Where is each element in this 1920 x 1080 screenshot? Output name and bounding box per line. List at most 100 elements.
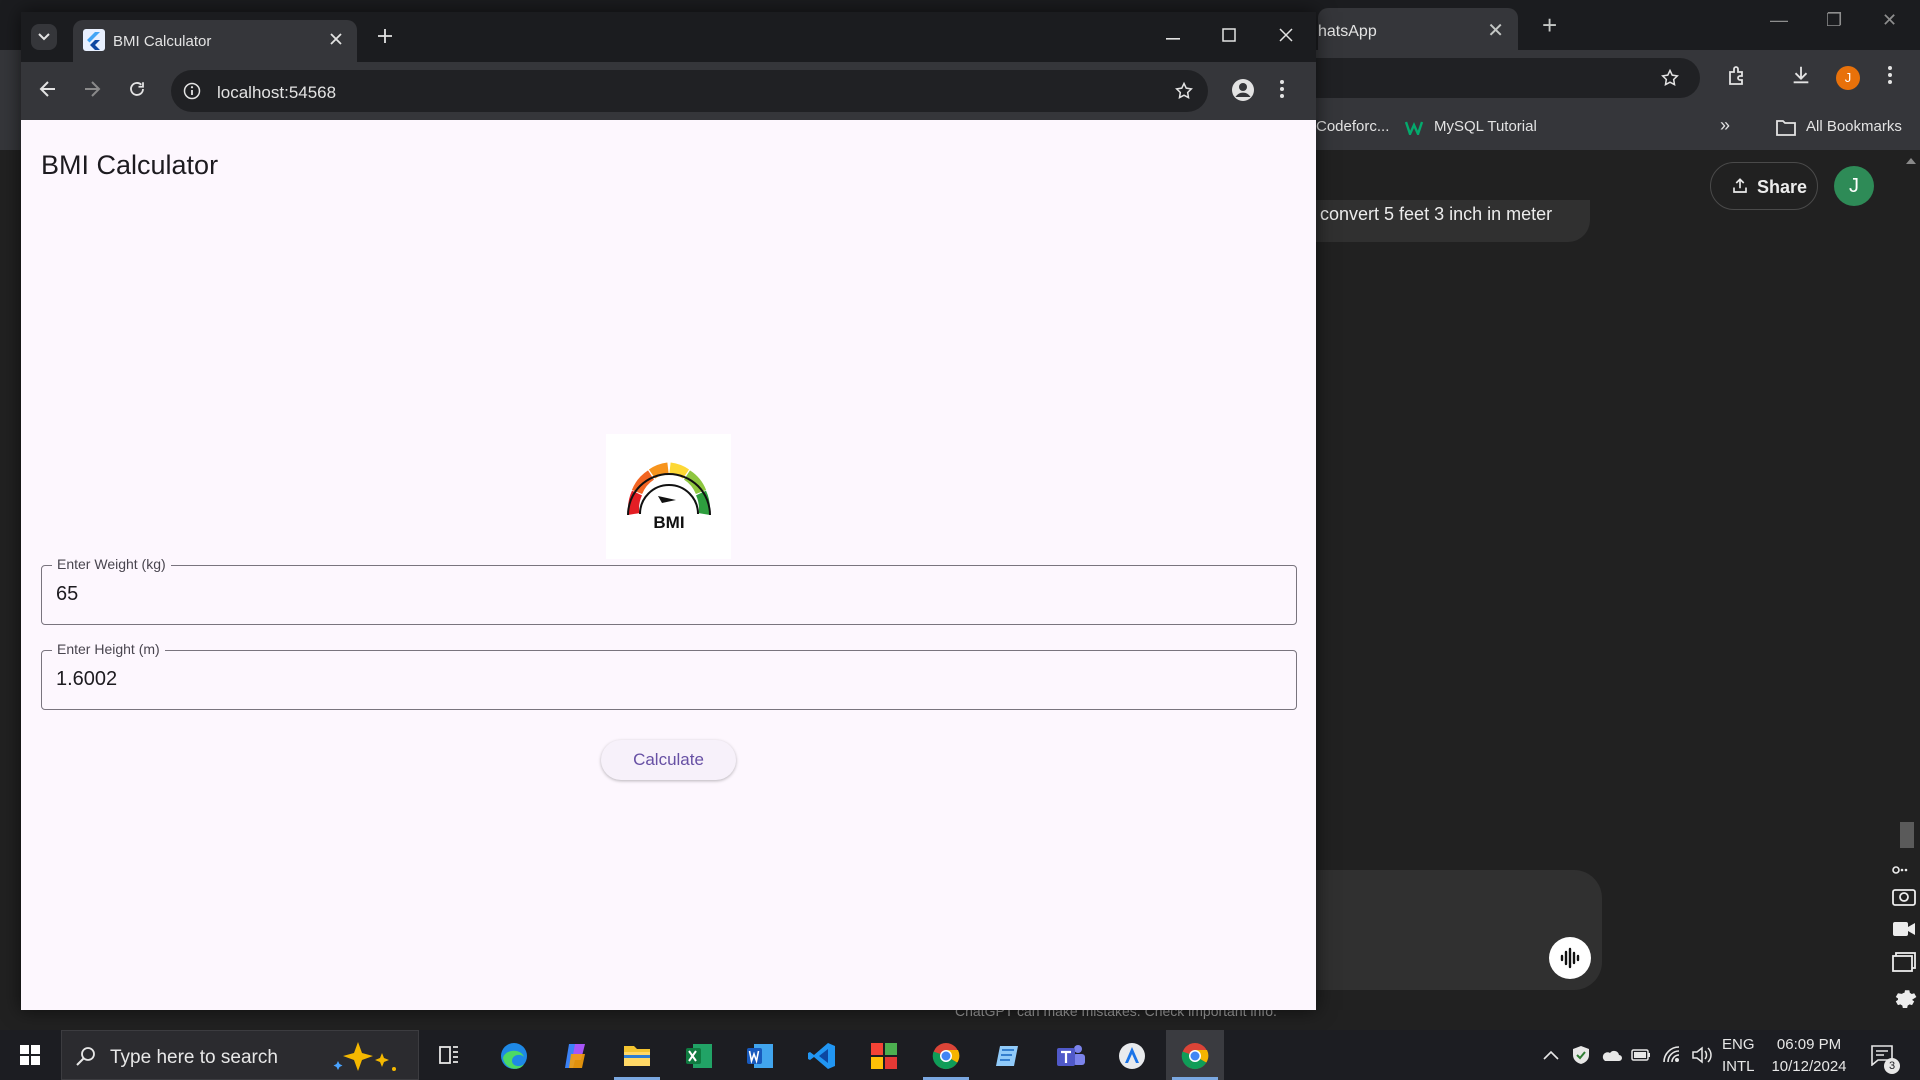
tab-search-button[interactable]: [31, 24, 57, 50]
minimize-icon[interactable]: —: [1770, 10, 1788, 31]
profile-avatar[interactable]: J: [1836, 66, 1860, 90]
background-address-bar[interactable]: [1250, 58, 1700, 98]
taskbar-app-blocks[interactable]: [855, 1030, 913, 1080]
clock-date[interactable]: 10/12/2024: [1766, 1058, 1852, 1075]
scroll-up-arrow[interactable]: [1906, 158, 1916, 164]
share-label: Share: [1757, 177, 1808, 197]
search-placeholder: Type here to search: [110, 1047, 278, 1068]
w3schools-icon: [1405, 121, 1424, 135]
wifi-icon[interactable]: [1662, 1045, 1682, 1065]
background-tab[interactable]: hatsApp ✕: [1318, 8, 1518, 50]
side-toolbar: [1880, 820, 1920, 1020]
bookmark-mysql-tutorial[interactable]: MySQL Tutorial: [1434, 118, 1537, 135]
height-input[interactable]: [56, 664, 1256, 694]
word-icon: [747, 1044, 773, 1068]
taskbar-notes-app[interactable]: [979, 1030, 1037, 1080]
message-text: convert 5 feet 3 inch in meter: [1320, 204, 1553, 224]
task-view-icon: [439, 1046, 458, 1064]
volume-icon[interactable]: [1691, 1045, 1713, 1065]
taskbar-edge[interactable]: [485, 1030, 543, 1080]
new-tab-icon[interactable]: +: [1542, 10, 1557, 41]
onedrive-icon[interactable]: [1600, 1045, 1622, 1065]
site-info-icon[interactable]: [183, 82, 201, 100]
height-label: Enter Height (m): [52, 641, 165, 657]
bookmark-star-icon[interactable]: [1174, 81, 1194, 101]
teams-icon: [1057, 1045, 1085, 1066]
weight-input[interactable]: [56, 579, 1256, 609]
all-bookmarks[interactable]: All Bookmarks: [1806, 118, 1902, 135]
bookmark-star-icon[interactable]: [1660, 68, 1680, 88]
folder-icon: [624, 1046, 650, 1066]
app-title: BMI Calculator: [41, 150, 219, 180]
minimize-icon[interactable]: [1166, 38, 1180, 40]
restore-icon[interactable]: ❐: [1826, 10, 1842, 31]
window-icon[interactable]: [1892, 952, 1916, 972]
notification-count-badge: 3: [1884, 1058, 1900, 1074]
new-tab-icon[interactable]: [377, 28, 393, 44]
search-highlight-sparkle-icon: [333, 1042, 396, 1071]
vscode-icon: [808, 1043, 835, 1069]
windows-start-icon[interactable]: [20, 1045, 40, 1065]
bookmark-codeforces[interactable]: Codeforc...: [1316, 118, 1389, 135]
menu-icon[interactable]: [1886, 64, 1894, 86]
close-window-icon[interactable]: ✕: [1882, 10, 1897, 31]
forward-arrow-icon[interactable]: [83, 80, 101, 98]
extensions-icon[interactable]: [1725, 64, 1749, 88]
url-text[interactable]: localhost:54568: [217, 83, 336, 103]
task-view-button[interactable]: [421, 1030, 479, 1080]
taskbar-teams[interactable]: [1041, 1030, 1099, 1080]
maximize-icon[interactable]: [1222, 28, 1236, 42]
copilot-icon: [565, 1044, 585, 1068]
back-arrow-icon[interactable]: [39, 80, 57, 98]
share-icon: [1733, 178, 1747, 193]
profile-icon[interactable]: [1231, 78, 1255, 102]
chevron-up-icon[interactable]: [1543, 1050, 1559, 1060]
taskbar-copilot[interactable]: [546, 1030, 604, 1080]
voice-waveform-icon: [1560, 947, 1580, 969]
background-tab-title: hatsApp: [1318, 23, 1377, 40]
excel-icon: [686, 1044, 712, 1068]
reload-icon[interactable]: [128, 80, 146, 98]
notes-app-icon: [996, 1046, 1018, 1066]
language-indicator-bottom[interactable]: INTL: [1722, 1058, 1755, 1075]
bmi-logo: BMI: [606, 434, 731, 559]
close-icon[interactable]: ✕: [1487, 18, 1504, 43]
security-shield-icon[interactable]: [1571, 1045, 1591, 1065]
bmi-logo-text: BMI: [653, 513, 684, 532]
download-icon[interactable]: [1790, 64, 1812, 86]
bmi-browser-window: BMI Calculator localhost:54568 BMI Calcu…: [21, 12, 1316, 1010]
clock-time[interactable]: 06:09 PM: [1766, 1036, 1852, 1053]
calculate-button[interactable]: Calculate: [601, 740, 736, 780]
link-more-icon[interactable]: [1892, 864, 1910, 876]
tab-title: BMI Calculator: [113, 33, 212, 50]
menu-icon[interactable]: [1279, 78, 1285, 100]
chevron-down-icon: [38, 33, 50, 41]
taskbar-chrome-active[interactable]: [1166, 1030, 1224, 1080]
language-indicator-top[interactable]: ENG: [1722, 1036, 1755, 1053]
tab-bmi-calculator[interactable]: BMI Calculator: [73, 20, 357, 62]
taskbar-vscode[interactable]: [793, 1030, 851, 1080]
voice-mode-button[interactable]: [1549, 937, 1591, 979]
user-avatar[interactable]: J: [1834, 166, 1874, 206]
close-window-icon[interactable]: [1279, 28, 1293, 42]
taskbar-chrome[interactable]: [917, 1030, 975, 1080]
close-tab-icon[interactable]: [329, 32, 343, 46]
taskbar-excel[interactable]: [670, 1030, 728, 1080]
battery-icon[interactable]: [1631, 1048, 1651, 1062]
taskbar-flutter-tool[interactable]: [1103, 1030, 1161, 1080]
video-icon[interactable]: [1892, 920, 1916, 938]
address-bar[interactable]: localhost:54568: [171, 70, 1208, 112]
taskbar-search-box[interactable]: Type here to search: [61, 1030, 419, 1080]
share-button[interactable]: Share: [1710, 162, 1818, 210]
app-launcher-icon: [1119, 1043, 1145, 1069]
weight-label: Enter Weight (kg): [52, 556, 171, 572]
taskbar-word[interactable]: [731, 1030, 789, 1080]
bmi-app: BMI Calculator BMI Enter Weight (kg) Ent…: [21, 120, 1316, 1010]
camera-icon[interactable]: [1892, 886, 1916, 906]
height-field[interactable]: Enter Height (m): [41, 641, 1297, 710]
more-bookmarks-icon[interactable]: »: [1720, 115, 1730, 136]
taskbar-file-explorer[interactable]: [608, 1030, 666, 1080]
weight-field[interactable]: Enter Weight (kg): [41, 556, 1297, 625]
settings-gear-icon[interactable]: [1892, 984, 1918, 1010]
flutter-favicon-icon: [83, 29, 105, 51]
